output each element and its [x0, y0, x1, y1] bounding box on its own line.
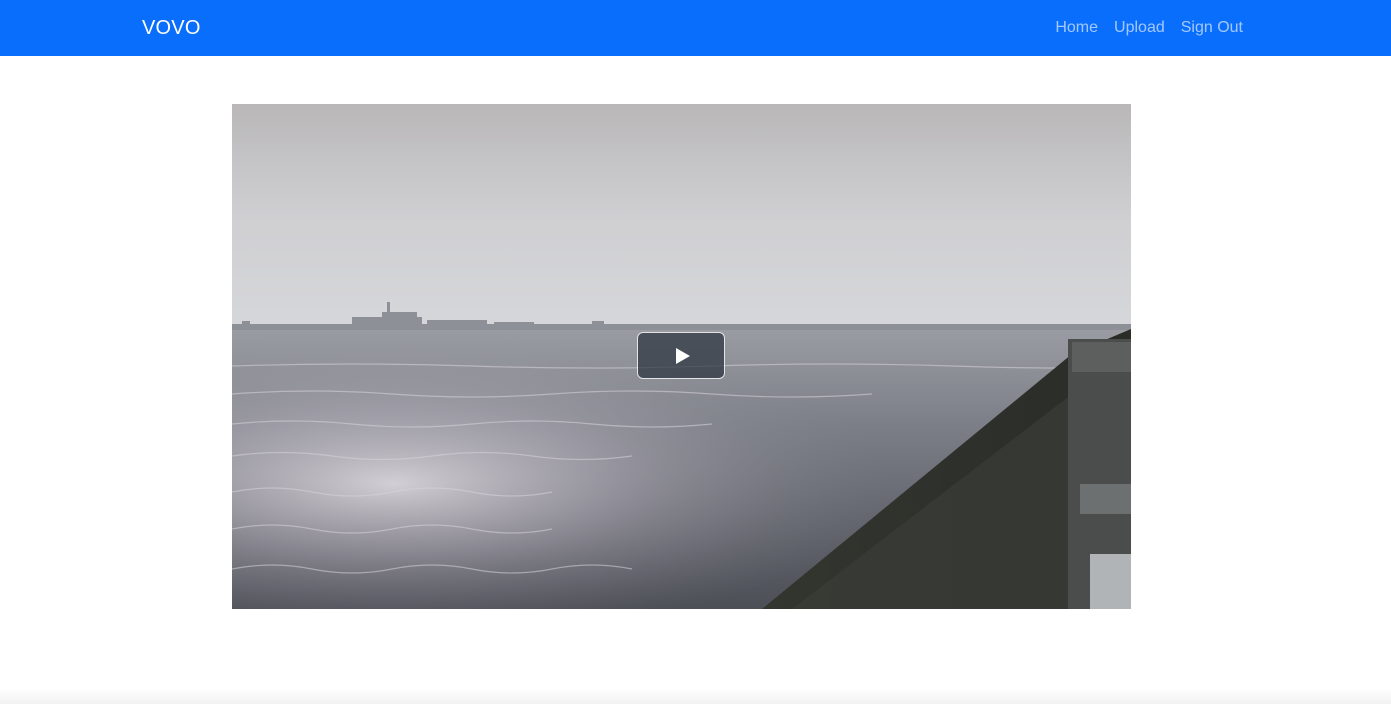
nav-link-home[interactable]: Home: [1055, 18, 1098, 38]
brand-logo-link[interactable]: VOVO: [142, 16, 201, 40]
video-player[interactable]: [232, 104, 1131, 609]
play-button[interactable]: [637, 332, 725, 379]
footer-edge: [0, 688, 1391, 704]
play-icon: [676, 348, 690, 364]
nav-link-sign-out[interactable]: Sign Out: [1181, 18, 1243, 38]
nav-links: Home Upload Sign Out: [1055, 18, 1243, 38]
top-navbar: VOVO Home Upload Sign Out: [0, 0, 1391, 56]
nav-link-upload[interactable]: Upload: [1114, 18, 1165, 38]
